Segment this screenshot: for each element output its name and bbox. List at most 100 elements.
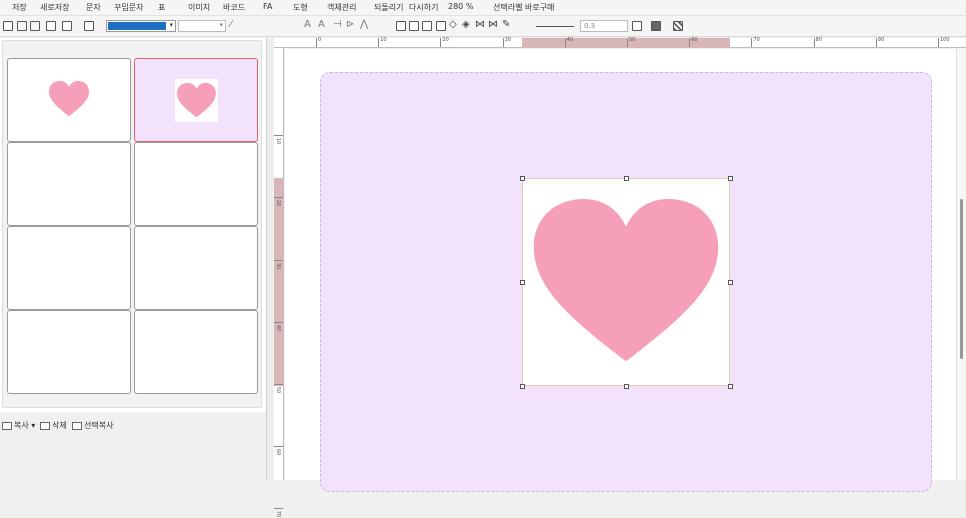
fill-icon[interactable]: [651, 21, 661, 31]
scrollbar-thumb[interactable]: [960, 199, 963, 359]
font-size-down-icon[interactable]: A: [318, 19, 325, 30]
ruler-top-tick: [938, 38, 939, 47]
menu-object-manage[interactable]: 객체관리: [327, 2, 356, 13]
line-style-sample[interactable]: [536, 26, 574, 27]
resize-handle-sw[interactable]: [520, 384, 525, 389]
chevron-down-icon: ▾: [169, 21, 173, 29]
line-width-input[interactable]: 0.3: [580, 20, 628, 32]
label-thumbnail-grid: [2, 40, 262, 408]
ruler-left-tick: [274, 135, 283, 137]
copy-icon: [2, 421, 12, 430]
resize-handle-se[interactable]: [728, 384, 733, 389]
resize-handle-n[interactable]: [624, 176, 629, 181]
menu-fa[interactable]: FA: [263, 2, 272, 11]
menu-save[interactable]: 저장: [12, 2, 27, 13]
ruler-top-tick: [316, 38, 317, 47]
ruler-left-tick: [274, 197, 283, 199]
menu-undo[interactable]: 되돌리기: [374, 2, 403, 13]
ruler-top-label: 30: [504, 37, 511, 43]
label-card-2[interactable]: [134, 58, 258, 142]
heart-icon: [533, 199, 719, 362]
flip-icon[interactable]: ◈: [462, 19, 470, 30]
menu-image[interactable]: 이미지: [188, 2, 210, 13]
fill-color-swatch: [108, 22, 166, 30]
font-size-up-icon[interactable]: A: [304, 19, 311, 30]
label-card-3[interactable]: [7, 142, 131, 226]
align-icon[interactable]: [84, 21, 94, 31]
panel-actions: 복사 ▾ 삭제 선택복사: [0, 412, 266, 480]
ruler-top-tick: [502, 38, 504, 47]
delete-icon: [40, 421, 50, 430]
label-page[interactable]: [320, 72, 932, 492]
ruler-left-label: 70: [275, 511, 282, 518]
copy-button[interactable]: 복사 ▾: [2, 420, 35, 431]
menu-buy-label[interactable]: 선택라벨 바로구매: [493, 2, 554, 13]
ruler-left-tick: [274, 508, 283, 510]
menu-barcode[interactable]: 바코드: [223, 2, 245, 13]
resize-handle-nw[interactable]: [520, 176, 525, 181]
ruler-top-tick: [689, 38, 691, 47]
ruler-left-label: 60: [275, 449, 282, 456]
vertical-scrollbar[interactable]: [956, 49, 966, 480]
label-card-6[interactable]: [134, 226, 258, 310]
toolbar: ▾ ▾ ⁄ A A ⊣ ⊳ ⋀ ◇ ◈ ⋈ ⋈ ✎ 0.3: [0, 16, 966, 37]
design-canvas[interactable]: [285, 49, 956, 492]
ruler-top-label: 40: [566, 37, 574, 43]
resize-handle-s[interactable]: [624, 384, 629, 389]
line-style-icon[interactable]: ✎: [502, 19, 510, 30]
resize-handle-e[interactable]: [728, 280, 733, 285]
layer-icon[interactable]: [62, 21, 72, 31]
zoom-level[interactable]: 280 %: [448, 2, 473, 11]
resize-handle-w[interactable]: [520, 280, 525, 285]
arrange-icon[interactable]: ⋈: [475, 19, 485, 30]
resize-handle-ne[interactable]: [728, 176, 733, 181]
menu-text[interactable]: 문자: [86, 2, 101, 13]
label-card-5[interactable]: [7, 226, 131, 310]
label-card-7[interactable]: [7, 310, 131, 394]
text-align-icon[interactable]: ⊣: [333, 19, 342, 30]
text-style-icon[interactable]: ⁄: [230, 19, 232, 30]
select-copy-button[interactable]: 선택복사: [72, 420, 113, 431]
new-page-icon[interactable]: [3, 21, 13, 31]
ruler-top-tick: [875, 38, 877, 47]
ruler-left-highlight: [274, 178, 284, 386]
text-effect-icon[interactable]: ⋀: [360, 19, 368, 30]
delete-button[interactable]: 삭제: [40, 420, 67, 431]
ruler-top-label: 0: [318, 37, 322, 43]
ruler-left-label: 20: [275, 200, 282, 207]
ruler-top-highlight: [522, 38, 730, 48]
font-select[interactable]: ▾: [178, 20, 226, 32]
frame-icon[interactable]: [396, 21, 406, 31]
shadow-icon[interactable]: [436, 21, 446, 31]
heart-icon: [177, 83, 216, 118]
rect-icon[interactable]: [422, 21, 432, 31]
lock-icon[interactable]: [46, 21, 56, 31]
transform-icon[interactable]: ⋈: [488, 19, 498, 30]
ruler-top-label: 70: [753, 37, 760, 43]
clipboard-icon[interactable]: [30, 21, 40, 31]
label-card-8[interactable]: [134, 310, 258, 394]
chevron-down-icon: ▾: [219, 21, 223, 29]
rotate-icon[interactable]: ◇: [449, 19, 457, 30]
panel-splitter[interactable]: [266, 38, 273, 480]
border-icon[interactable]: [409, 21, 419, 31]
menu-shape[interactable]: 도형: [293, 2, 308, 13]
menu-save-as[interactable]: 새로저장: [40, 2, 69, 13]
transparency-icon[interactable]: [673, 21, 683, 31]
ruler-top-label: 80: [815, 37, 822, 43]
menu-table[interactable]: 표: [158, 2, 165, 13]
label-card-4[interactable]: [134, 142, 258, 226]
text-direction-icon[interactable]: ⊳: [346, 19, 354, 30]
save-icon[interactable]: [17, 21, 27, 31]
line-color-icon[interactable]: [632, 21, 642, 31]
ruler-top-label: 50: [629, 37, 636, 43]
selected-image-object[interactable]: [520, 176, 733, 389]
fill-color-select[interactable]: ▾: [106, 20, 176, 32]
menu-deco-text[interactable]: 꾸밈문자: [114, 2, 143, 13]
label-card-1[interactable]: [7, 58, 131, 142]
ruler-left-tick: [274, 446, 283, 448]
ruler-left: 10 20 30 40 50 60 70: [274, 48, 284, 518]
ruler-top-tick: [440, 38, 442, 47]
ruler-top-label: 60: [691, 37, 698, 43]
menu-redo[interactable]: 다시하기: [409, 2, 438, 13]
